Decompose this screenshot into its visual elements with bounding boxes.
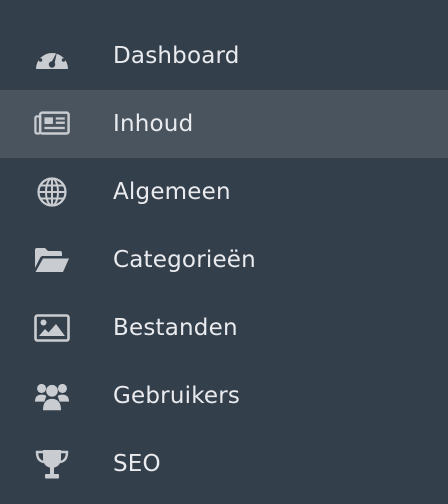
globe-icon [34,175,70,209]
sidebar-item-label: Gebruikers [113,383,241,409]
sidebar-item-label: Algemeen [113,179,231,205]
sidebar-item-label: Bestanden [113,315,238,341]
sidebar-navigation: Dashboard Inhoud Algemeen Categorieën Be… [0,0,448,504]
sidebar-item-bestanden[interactable]: Bestanden [0,294,448,362]
sidebar-item-algemeen[interactable]: Algemeen [0,158,448,226]
folder-open-icon [34,243,70,277]
dashboard-gauge-icon [34,39,70,73]
image-icon [34,311,70,345]
sidebar-item-categorieen[interactable]: Categorieën [0,226,448,294]
sidebar-item-label: Inhoud [113,111,194,137]
trophy-icon [34,447,70,481]
newspaper-icon [34,107,70,141]
sidebar-item-label: Categorieën [113,247,256,273]
sidebar-item-label: Dashboard [113,43,240,69]
sidebar-item-dashboard[interactable]: Dashboard [0,22,448,90]
users-icon [34,379,70,413]
sidebar-item-gebruikers[interactable]: Gebruikers [0,362,448,430]
sidebar-item-seo[interactable]: SEO [0,430,448,498]
sidebar-item-label: SEO [113,451,161,477]
sidebar-item-inhoud[interactable]: Inhoud [0,90,448,158]
